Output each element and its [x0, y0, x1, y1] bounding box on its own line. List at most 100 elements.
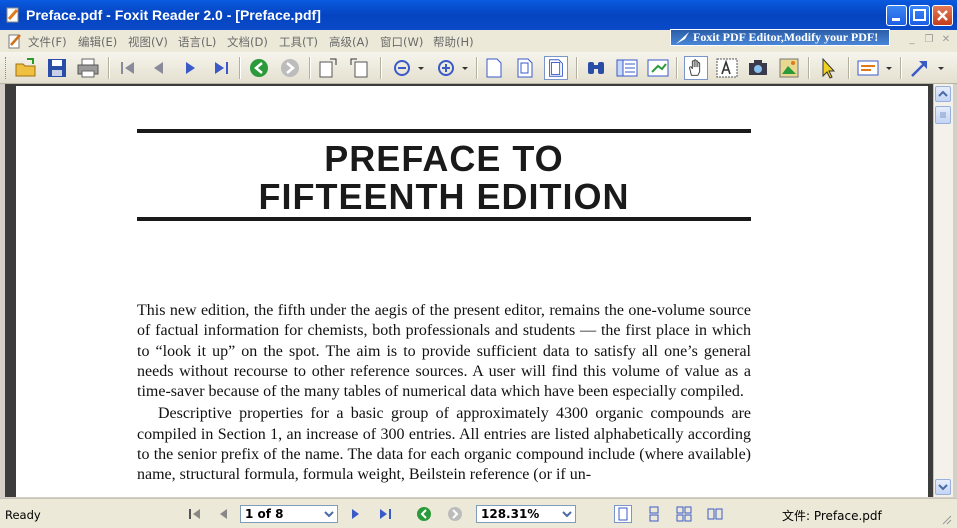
- last-page-icon[interactable]: [377, 506, 393, 522]
- text-select-icon[interactable]: [715, 56, 739, 80]
- prev-page-icon[interactable]: [216, 506, 232, 522]
- hand-tool-icon[interactable]: [684, 56, 708, 80]
- minimize-icon: [892, 18, 900, 21]
- title-bar: Preface.pdf - Foxit Reader 2.0 - [Prefac…: [0, 0, 957, 30]
- fit-page-icon[interactable]: [513, 56, 537, 80]
- menu-window[interactable]: 窗口(W): [380, 34, 423, 50]
- snapshot-icon[interactable]: [746, 56, 770, 80]
- toolbar-separator: [309, 57, 311, 79]
- bookmark-panel-icon[interactable]: [615, 56, 639, 80]
- scroll-thumb[interactable]: [935, 106, 951, 124]
- comment-tool-icon[interactable]: [856, 56, 880, 80]
- arrow-dropdown-icon[interactable]: [934, 56, 948, 80]
- zoom-in-icon[interactable]: [434, 56, 458, 80]
- zoom-field[interactable]: 128.31%: [476, 505, 576, 523]
- minimize-button[interactable]: [886, 5, 907, 26]
- print-icon[interactable]: [76, 56, 100, 80]
- first-page-icon[interactable]: [187, 506, 203, 522]
- toolbar-grip[interactable]: [5, 57, 9, 79]
- continuous-facing-icon[interactable]: [676, 506, 692, 522]
- toolbar-separator: [239, 57, 241, 79]
- heading-bottom-rule: [137, 217, 751, 221]
- toolbar-separator: [108, 57, 110, 79]
- arrow-tool-icon[interactable]: [908, 56, 932, 80]
- maximize-icon: [913, 9, 926, 21]
- thumbnail-panel-icon[interactable]: [646, 56, 670, 80]
- prev-page-icon[interactable]: [147, 56, 171, 80]
- maximize-button[interactable]: [909, 5, 930, 26]
- menu-view[interactable]: 视图(V): [128, 34, 168, 50]
- status-bar: Ready 1 of 8 128.31% 文件: Preface.pdf: [0, 498, 957, 528]
- close-icon: [937, 10, 948, 21]
- mdi-minimize-button[interactable]: _: [905, 34, 919, 46]
- pdf-page[interactable]: PREFACE TO FIFTEENTH EDITION This new ed…: [16, 86, 928, 497]
- zoom-out-dropdown-icon[interactable]: [414, 56, 428, 80]
- rotate-clockwise-icon[interactable]: [316, 56, 340, 80]
- last-page-icon[interactable]: [209, 56, 233, 80]
- menu-tools[interactable]: 工具(T): [279, 34, 318, 50]
- continuous-page-icon[interactable]: [646, 506, 662, 522]
- open-icon[interactable]: [14, 56, 38, 80]
- chevron-up-icon: [938, 90, 948, 97]
- heading-line-1: PREFACE TO: [324, 138, 564, 179]
- toolbar-separator: [576, 57, 578, 79]
- forward-icon[interactable]: [447, 506, 463, 522]
- document-viewport[interactable]: PREFACE TO FIFTEENTH EDITION This new ed…: [5, 84, 933, 497]
- forward-icon[interactable]: [278, 56, 302, 80]
- foxit-app-icon[interactable]: [5, 7, 21, 23]
- mdi-close-button[interactable]: ✕: [939, 34, 953, 46]
- vertical-scrollbar[interactable]: [933, 84, 953, 497]
- next-page-icon[interactable]: [178, 56, 202, 80]
- toolbar-separator: [848, 57, 850, 79]
- body-text: This new edition, the fifth under the ae…: [137, 301, 751, 486]
- heading-line-2: FIFTEENTH EDITION: [258, 176, 630, 217]
- fit-width-icon[interactable]: [544, 56, 568, 80]
- paragraph-1: This new edition, the fifth under the ae…: [137, 302, 751, 401]
- close-button[interactable]: [932, 5, 953, 26]
- facing-page-icon[interactable]: [707, 506, 723, 522]
- scroll-up-button[interactable]: [935, 86, 951, 102]
- zoom-value: 128.31%: [481, 507, 540, 521]
- save-icon[interactable]: [45, 56, 69, 80]
- window-title: Preface.pdf - Foxit Reader 2.0 - [Prefac…: [26, 7, 321, 23]
- grip-icon: [940, 112, 946, 118]
- chevron-down-icon[interactable]: [322, 507, 336, 521]
- document-icon[interactable]: [7, 33, 23, 49]
- actual-size-icon[interactable]: [482, 56, 506, 80]
- back-icon[interactable]: [247, 56, 271, 80]
- select-cursor-icon[interactable]: [816, 56, 840, 80]
- menu-advanced[interactable]: 高级(A): [329, 34, 369, 50]
- chevron-down-icon[interactable]: [560, 507, 574, 521]
- first-page-icon[interactable]: [116, 56, 140, 80]
- menu-edit[interactable]: 编辑(E): [78, 34, 117, 50]
- page-number-value: 1 of 8: [245, 507, 284, 521]
- page-number-field[interactable]: 1 of 8: [240, 505, 338, 523]
- next-page-icon[interactable]: [347, 506, 363, 522]
- menu-language[interactable]: 语言(L): [178, 34, 216, 50]
- single-page-icon[interactable]: [614, 505, 632, 523]
- zoom-out-icon[interactable]: [390, 56, 414, 80]
- scroll-down-button[interactable]: [935, 479, 951, 495]
- menu-file[interactable]: 文件(F): [28, 34, 67, 50]
- toolbar-separator: [676, 57, 678, 79]
- paragraph-2: Descriptive properties for a basic group…: [137, 405, 751, 484]
- promo-banner[interactable]: Foxit PDF Editor,Modify your PDF!: [670, 29, 890, 46]
- toolbar-separator: [808, 57, 810, 79]
- rotate-counterclockwise-icon[interactable]: [347, 56, 371, 80]
- promo-text: Foxit PDF Editor,Modify your PDF!: [693, 30, 879, 44]
- toolbar-separator: [380, 57, 382, 79]
- heading-top-rule: [137, 129, 751, 133]
- status-ready: Ready: [5, 508, 41, 522]
- menu-document[interactable]: 文档(D): [227, 34, 268, 50]
- find-icon[interactable]: [584, 56, 608, 80]
- comment-dropdown-icon[interactable]: [882, 56, 896, 80]
- image-tool-icon[interactable]: [777, 56, 801, 80]
- mdi-restore-button[interactable]: ❐: [922, 34, 936, 46]
- menu-help[interactable]: 帮助(H): [433, 34, 474, 50]
- zoom-in-dropdown-icon[interactable]: [458, 56, 472, 80]
- back-icon[interactable]: [416, 506, 432, 522]
- chevron-down-icon: [938, 484, 948, 491]
- status-filename: 文件: Preface.pdf: [782, 509, 882, 523]
- toolbar: [0, 52, 957, 84]
- resize-grip-icon[interactable]: [940, 513, 952, 525]
